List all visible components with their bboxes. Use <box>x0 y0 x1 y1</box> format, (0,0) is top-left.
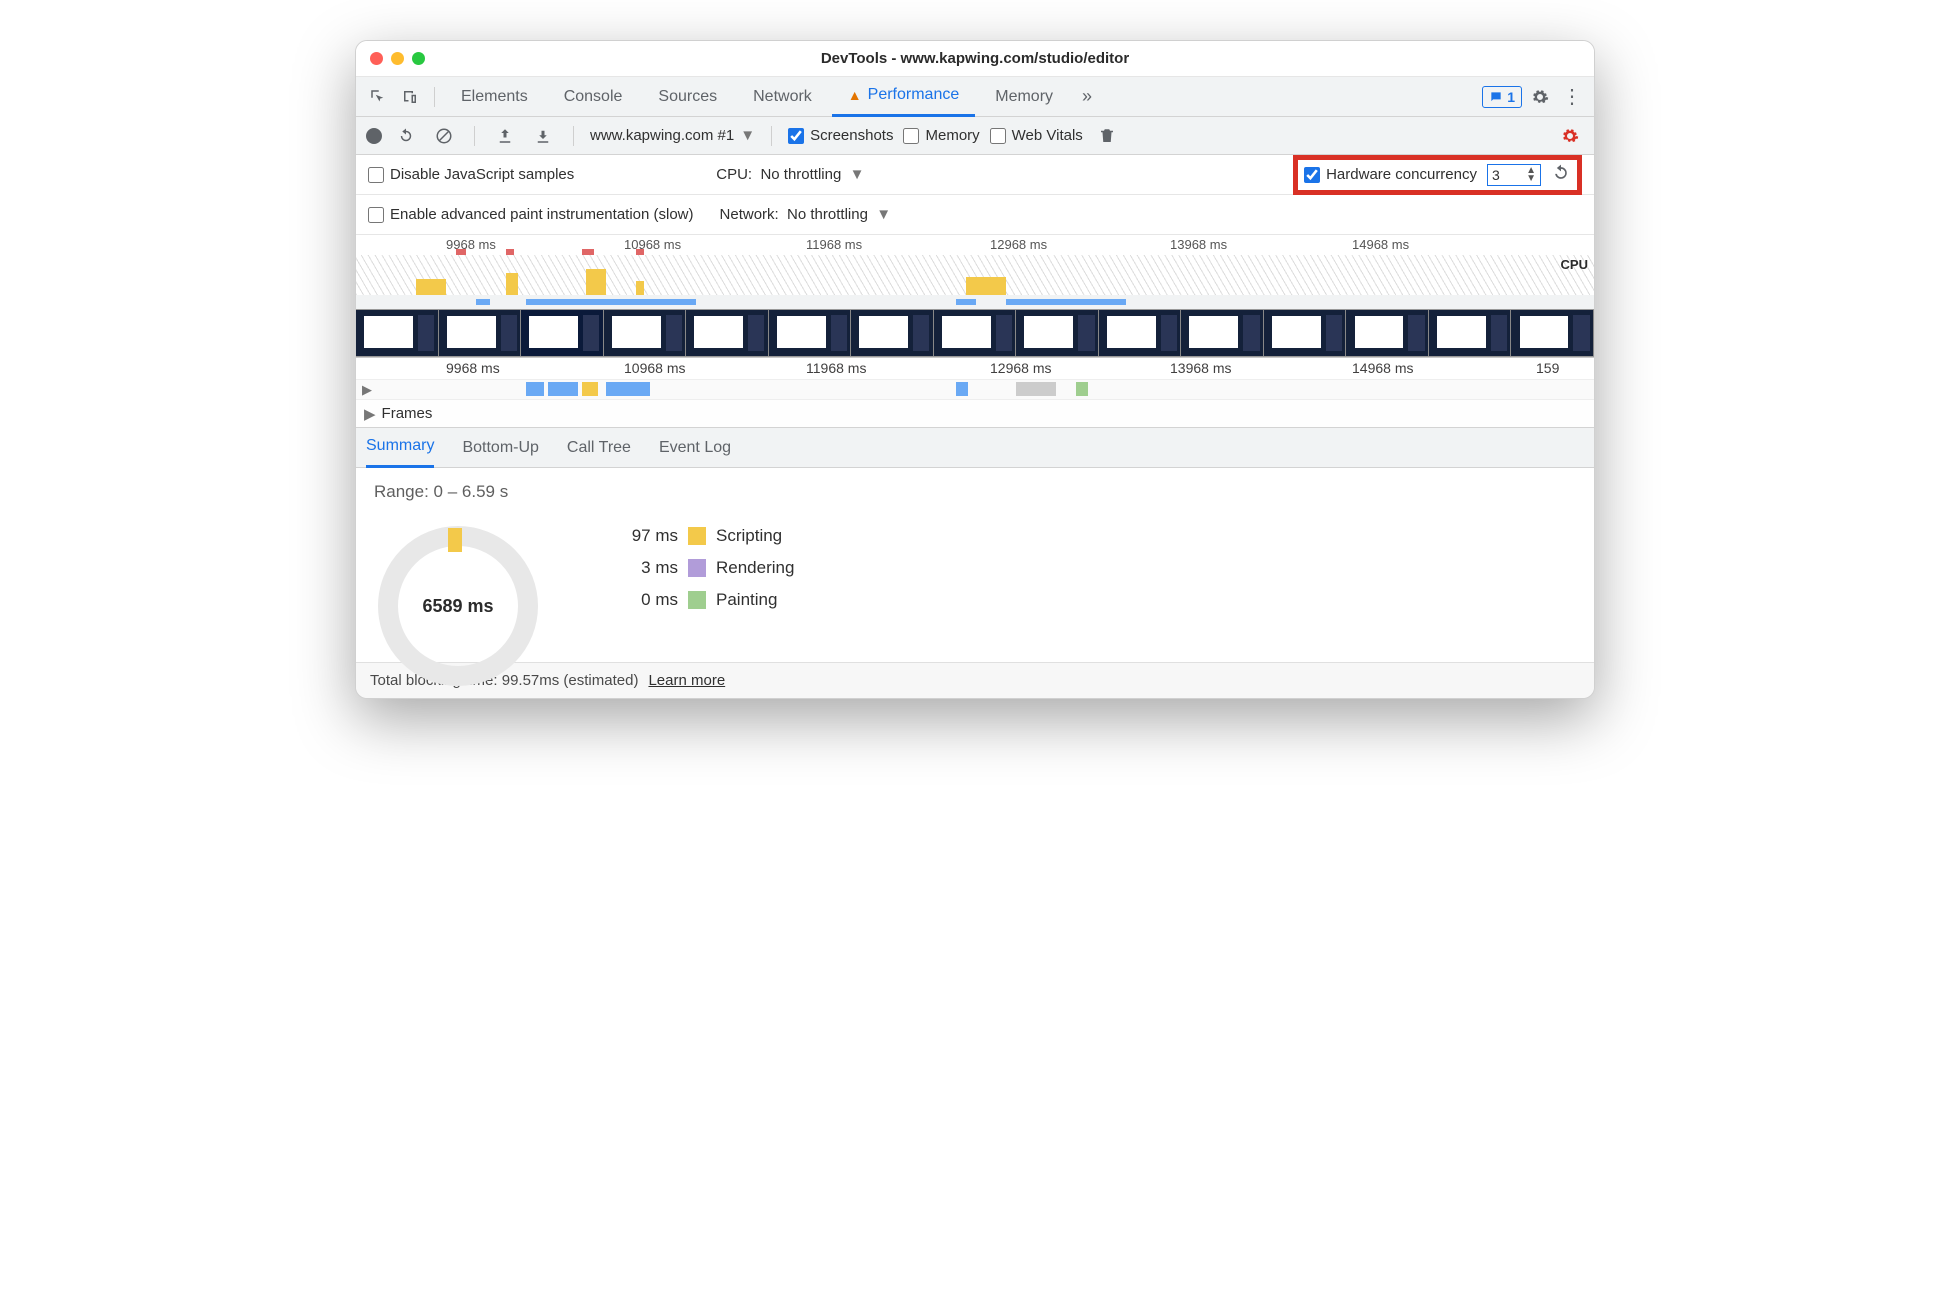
filmstrip-frame[interactable] <box>1346 310 1429 356</box>
donut-center-value: 6589 ms <box>422 596 493 617</box>
tab-event-log[interactable]: Event Log <box>659 428 731 468</box>
garbage-collect-icon[interactable] <box>1093 122 1121 150</box>
settings-icon[interactable] <box>1526 83 1554 111</box>
filmstrip-frame[interactable] <box>1181 310 1264 356</box>
devtools-window: DevTools - www.kapwing.com/studio/editor… <box>355 40 1595 699</box>
swatch-icon <box>688 527 706 545</box>
memory-checkbox[interactable]: Memory <box>903 127 979 144</box>
stepper-icon[interactable]: ▲▼ <box>1526 167 1536 183</box>
enable-paint-instrumentation-checkbox[interactable]: Enable advanced paint instrumentation (s… <box>368 206 694 223</box>
performance-toolbar: www.kapwing.com #1▼ Screenshots Memory W… <box>356 117 1594 155</box>
summary-footer: Total blocking time: 99.57ms (estimated)… <box>356 662 1594 698</box>
learn-more-link[interactable]: Learn more <box>648 672 725 689</box>
filmstrip-frame[interactable] <box>1099 310 1182 356</box>
hardware-concurrency-highlight: Hardware concurrency 3 ▲▼ <box>1293 155 1582 195</box>
main-tabs: Elements Console Sources Network ▲Perfor… <box>356 77 1594 117</box>
frames-label: Frames <box>382 405 433 422</box>
hardware-concurrency-checkbox[interactable]: Hardware concurrency <box>1304 166 1477 183</box>
details-tabs: Summary Bottom-Up Call Tree Event Log <box>356 428 1594 468</box>
overview-net-row: NET <box>356 295 1594 309</box>
titlebar: DevTools - www.kapwing.com/studio/editor <box>356 41 1594 77</box>
donut-scripting-slice <box>448 528 462 552</box>
detail-ruler: 9968 ms 10968 ms 11968 ms 12968 ms 13968… <box>356 358 1594 380</box>
disable-js-samples-checkbox[interactable]: Disable JavaScript samples <box>368 166 574 183</box>
tab-call-tree[interactable]: Call Tree <box>567 428 631 468</box>
capture-settings-row-2: Enable advanced paint instrumentation (s… <box>356 195 1594 235</box>
tab-elements[interactable]: Elements <box>445 77 544 117</box>
filmstrip-frame[interactable] <box>686 310 769 356</box>
load-profile-icon[interactable] <box>491 122 519 150</box>
range-text: Range: 0 – 6.59 s <box>374 482 1576 502</box>
hardware-concurrency-input[interactable]: 3 ▲▼ <box>1487 164 1541 186</box>
swatch-icon <box>688 591 706 609</box>
chevron-down-icon: ▼ <box>740 127 755 144</box>
filmstrip-frame[interactable] <box>439 310 522 356</box>
tab-sources[interactable]: Sources <box>642 77 733 117</box>
summary-donut-chart: 6589 ms <box>374 526 554 656</box>
filmstrip-frame[interactable] <box>604 310 687 356</box>
divider <box>434 87 435 107</box>
filmstrip-frame[interactable] <box>1429 310 1512 356</box>
tab-console[interactable]: Console <box>548 77 639 117</box>
filmstrip-frame[interactable] <box>521 310 604 356</box>
cpu-throttling-dropdown[interactable]: CPU: No throttling ▼ <box>716 166 864 183</box>
web-vitals-checkbox[interactable]: Web Vitals <box>990 127 1083 144</box>
target-dropdown[interactable]: www.kapwing.com #1▼ <box>590 127 755 144</box>
filmstrip-frame[interactable] <box>356 310 439 356</box>
close-window-icon[interactable] <box>370 52 383 65</box>
issues-badge[interactable]: 1 <box>1482 86 1522 108</box>
reload-record-icon[interactable] <box>392 122 420 150</box>
screenshots-filmstrip[interactable] <box>356 309 1594 357</box>
screenshots-checkbox[interactable]: Screenshots <box>788 127 893 144</box>
filmstrip-frame[interactable] <box>769 310 852 356</box>
record-button-icon[interactable] <box>366 128 382 144</box>
tab-network[interactable]: Network <box>737 77 828 117</box>
network-track[interactable]: ▶ <box>356 380 1594 400</box>
filmstrip-frame[interactable] <box>934 310 1017 356</box>
chevron-down-icon: ▼ <box>876 206 891 223</box>
filmstrip-frame[interactable] <box>1016 310 1099 356</box>
clear-icon[interactable] <box>430 122 458 150</box>
swatch-icon <box>688 559 706 577</box>
tab-memory[interactable]: Memory <box>979 77 1069 117</box>
tab-summary[interactable]: Summary <box>366 428 434 468</box>
filmstrip-frame[interactable] <box>1511 310 1594 356</box>
filmstrip-frame[interactable] <box>1264 310 1347 356</box>
timeline-overview[interactable]: 9968 ms 10968 ms 11968 ms 12968 ms 13968… <box>356 235 1594 358</box>
inspect-element-icon[interactable] <box>364 83 392 111</box>
tab-performance[interactable]: ▲Performance <box>832 77 975 117</box>
summary-panel: Range: 0 – 6.59 s 6589 ms 97 msScripting… <box>356 468 1594 662</box>
more-tabs-icon[interactable]: » <box>1073 83 1101 111</box>
expand-icon[interactable]: ▶ <box>364 405 376 423</box>
zoom-window-icon[interactable] <box>412 52 425 65</box>
kebab-menu-icon[interactable]: ⋮ <box>1558 83 1586 111</box>
legend-rendering: 3 msRendering <box>614 558 794 578</box>
window-title: DevTools - www.kapwing.com/studio/editor <box>821 50 1129 67</box>
save-profile-icon[interactable] <box>529 122 557 150</box>
overview-ruler: 9968 ms 10968 ms 11968 ms 12968 ms 13968… <box>356 235 1594 255</box>
device-toolbar-icon[interactable] <box>396 83 424 111</box>
chevron-down-icon: ▼ <box>850 166 865 183</box>
total-blocking-time: Total blocking time: 99.57ms (estimated) <box>370 672 638 689</box>
tab-bottom-up[interactable]: Bottom-Up <box>462 428 538 468</box>
minimize-window-icon[interactable] <box>391 52 404 65</box>
legend-painting: 0 msPainting <box>614 590 794 610</box>
legend-scripting: 97 msScripting <box>614 526 794 546</box>
capture-settings-row-1: Disable JavaScript samples CPU: No throt… <box>356 155 1594 195</box>
capture-settings-icon[interactable] <box>1556 122 1584 150</box>
network-throttling-dropdown[interactable]: Network: No throttling ▼ <box>720 206 892 223</box>
expand-icon[interactable]: ▶ <box>362 382 372 398</box>
filmstrip-frame[interactable] <box>851 310 934 356</box>
summary-legend: 97 msScripting 3 msRendering 0 msPaintin… <box>614 526 794 610</box>
warning-icon: ▲ <box>848 87 862 103</box>
overview-cpu-chart: CPU <box>356 255 1594 295</box>
frames-track[interactable]: ▶ Frames <box>356 400 1594 428</box>
window-traffic-lights <box>370 52 425 65</box>
reset-concurrency-icon[interactable] <box>1551 163 1571 187</box>
